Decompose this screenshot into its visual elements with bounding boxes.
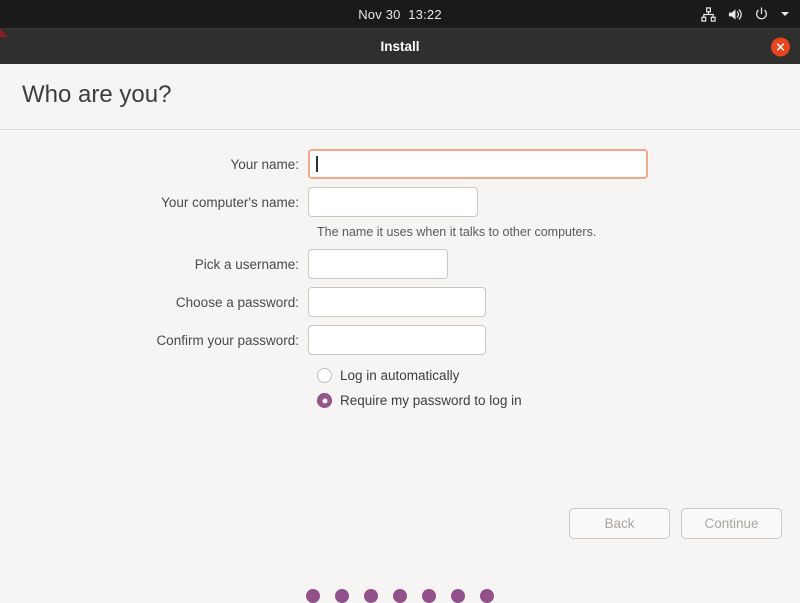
label-confirm-password: Confirm your password: [156, 332, 299, 348]
your-name-input[interactable] [308, 149, 648, 179]
navigation-buttons: Back Continue [569, 508, 782, 539]
installer-content: Who are you? Your name: Your computer's … [0, 64, 800, 603]
progress-dot [364, 589, 378, 603]
radio-indicator-unchecked[interactable] [317, 368, 332, 383]
window-titlebar[interactable]: Install [0, 28, 800, 64]
network-icon[interactable] [701, 6, 716, 22]
close-icon [776, 42, 785, 51]
power-icon[interactable] [754, 6, 769, 22]
progress-dot [335, 589, 349, 603]
back-button[interactable]: Back [569, 508, 670, 539]
form-row-password: Choose a password: [0, 287, 800, 317]
chevron-down-icon[interactable] [780, 9, 790, 19]
progress-dots [0, 589, 800, 603]
continue-button[interactable]: Continue [681, 508, 782, 539]
radio-label-require-password: Require my password to log in [340, 393, 522, 408]
computer-name-input[interactable] [308, 187, 478, 217]
progress-dot [451, 589, 465, 603]
progress-dot [422, 589, 436, 603]
label-username: Pick a username: [194, 256, 299, 272]
gnome-top-panel: Nov 30 13:22 [0, 0, 800, 28]
computer-name-hint: The name it uses when it talks to other … [317, 225, 597, 239]
label-password: Choose a password: [175, 294, 299, 310]
progress-dot [393, 589, 407, 603]
page-title: Who are you? [22, 81, 172, 108]
radio-require-password[interactable]: Require my password to log in [317, 393, 800, 408]
label-your-name: Your name: [230, 156, 299, 172]
form-row-username: Pick a username: [0, 249, 800, 279]
header-separator [0, 129, 800, 130]
volume-icon[interactable] [727, 7, 743, 22]
form-row-computer-name: Your computer's name: [0, 187, 800, 217]
progress-dot [480, 589, 494, 603]
form-row-your-name: Your name: [0, 149, 800, 179]
radio-indicator-checked[interactable] [317, 393, 332, 408]
hint-spacer [0, 225, 308, 239]
window-title: Install [380, 39, 420, 54]
close-window-button[interactable] [771, 37, 790, 56]
progress-dot [306, 589, 320, 603]
username-input[interactable] [308, 249, 448, 279]
form-row-confirm-password: Confirm your password: [0, 325, 800, 355]
user-setup-form: Your name: Your computer's name: The nam… [0, 149, 800, 418]
computer-name-hint-row: The name it uses when it talks to other … [0, 225, 800, 239]
confirm-password-input[interactable] [308, 325, 486, 355]
login-options-group: Log in automatically Require my password… [0, 368, 800, 408]
panel-status-area[interactable] [701, 0, 790, 28]
label-computer-name: Your computer's name: [161, 194, 299, 210]
text-caret [316, 156, 318, 172]
panel-clock[interactable]: Nov 30 13:22 [358, 7, 442, 22]
password-input[interactable] [308, 287, 486, 317]
radio-label-log-in-automatically: Log in automatically [340, 368, 460, 383]
radio-log-in-automatically[interactable]: Log in automatically [317, 368, 800, 383]
your-name-field-wrap [308, 149, 648, 179]
